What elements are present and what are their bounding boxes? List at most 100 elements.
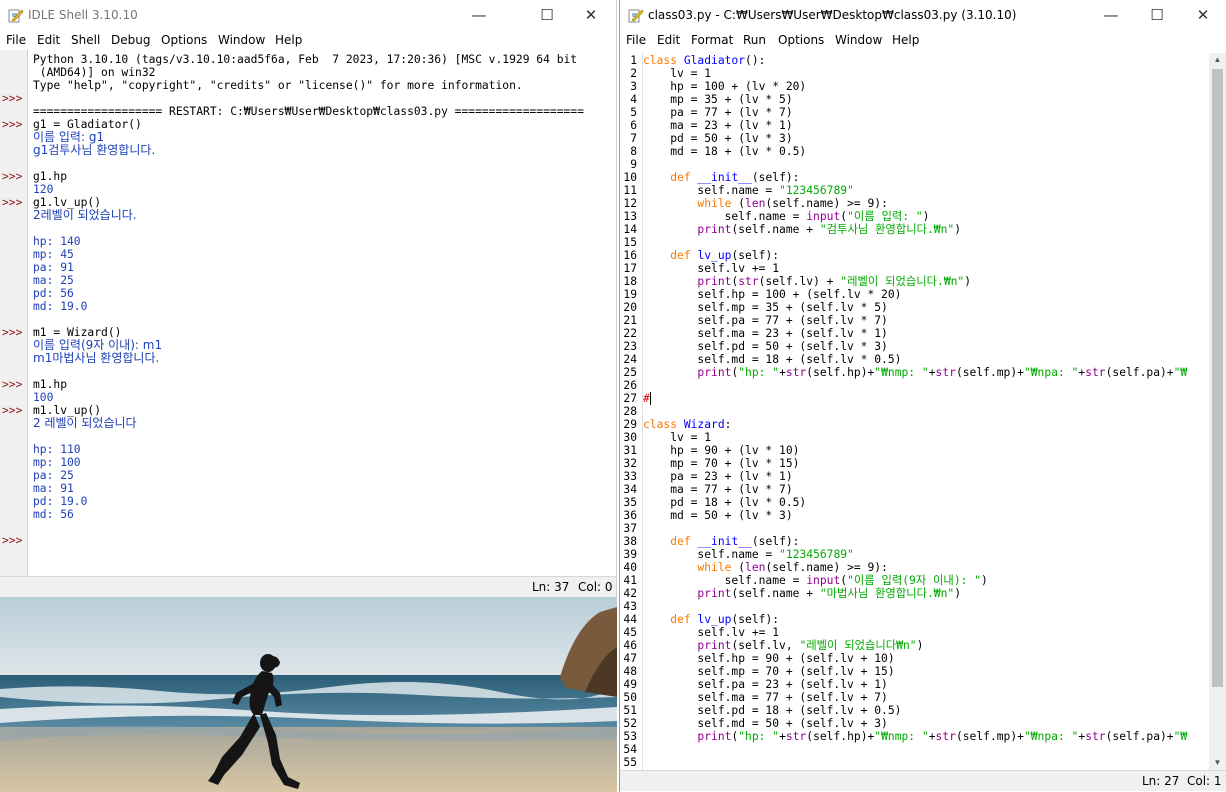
menu-file[interactable]: File bbox=[6, 33, 26, 47]
editor-vertical-scrollbar[interactable]: ▲ ▼ bbox=[1209, 53, 1226, 770]
minimize-icon[interactable]: — bbox=[456, 0, 502, 31]
code-line: print("hp: "+str(self.hp)+"₩nmp: "+str(s… bbox=[643, 730, 1187, 743]
code-line: md = 50 + (lv * 3) bbox=[643, 509, 793, 522]
code-token: md = 50 + (lv * 3) bbox=[643, 509, 793, 522]
code-token: ma = 77 + (lv * 7) bbox=[643, 483, 793, 496]
menu-shell[interactable]: Shell bbox=[71, 33, 100, 47]
line-number: 1 bbox=[630, 54, 637, 67]
shell-output-line: m1마법사님 환영합니다. bbox=[33, 351, 160, 365]
menu-window[interactable]: Window bbox=[218, 33, 265, 47]
menu-edit[interactable]: Edit bbox=[657, 33, 680, 47]
scroll-down-icon[interactable]: ▼ bbox=[1209, 756, 1226, 770]
code-token: class bbox=[643, 54, 684, 67]
code-line: self.pd = 18 + (self.lv + 0.5) bbox=[643, 704, 901, 717]
menu-file[interactable]: File bbox=[626, 33, 646, 47]
menu-help[interactable]: Help bbox=[892, 33, 919, 47]
minimize-icon[interactable]: — bbox=[1088, 0, 1134, 31]
code-token: ) bbox=[922, 210, 930, 223]
code-token: ma = 23 + (lv * 1) bbox=[643, 119, 793, 132]
code-token: : bbox=[724, 418, 732, 431]
scrollbar-thumb[interactable] bbox=[1212, 69, 1223, 687]
line-number: 42 bbox=[623, 587, 637, 600]
line-number: 20 bbox=[623, 301, 637, 314]
code-token: str bbox=[1085, 730, 1106, 743]
line-number: 37 bbox=[623, 522, 637, 535]
close-icon[interactable]: ✕ bbox=[1180, 0, 1226, 31]
code-token: self.pa = 77 + (self.lv * 7) bbox=[643, 314, 888, 327]
code-token: Wizard bbox=[683, 418, 725, 431]
code-token: self.hp = 100 + (self.lv * 20) bbox=[643, 288, 902, 301]
shell-output-area[interactable]: Python 3.10.10 (tags/v3.10.10:aad5f6a, F… bbox=[33, 50, 615, 576]
line-number: 32 bbox=[623, 457, 637, 470]
line-number: 36 bbox=[623, 509, 637, 522]
code-token: "123456789" bbox=[779, 184, 854, 197]
menu-debug[interactable]: Debug bbox=[111, 33, 150, 47]
code-line: # bbox=[643, 392, 651, 405]
code-token: ) bbox=[954, 587, 962, 600]
code-line: mp = 70 + (lv * 15) bbox=[643, 457, 799, 470]
code-token: print bbox=[697, 587, 732, 600]
menu-help[interactable]: Help bbox=[275, 33, 302, 47]
shell-statusbar: Ln: 37 Col: 0 bbox=[0, 576, 616, 597]
line-number: 34 bbox=[623, 483, 637, 496]
code-token: "₩npa: " bbox=[1023, 730, 1079, 743]
shell-titlebar[interactable]: IDLE Shell 3.10.10 — ☐ ✕ bbox=[0, 0, 616, 31]
code-token: self.lv += 1 bbox=[643, 262, 780, 275]
code-token: + bbox=[928, 730, 936, 743]
line-number: 26 bbox=[623, 379, 637, 392]
code-token: def bbox=[670, 613, 698, 626]
line-number: 27 bbox=[623, 392, 637, 405]
code-line: def __init__(self): bbox=[643, 535, 799, 548]
line-number: 50 bbox=[623, 691, 637, 704]
close-icon[interactable]: ✕ bbox=[568, 0, 614, 31]
code-line: print(self.lv, "레벨이 되었습니다₩n") bbox=[643, 639, 923, 652]
shell-prompt-gutter: >>> >>> >>> >>> >>> >>> >>> >>> bbox=[0, 50, 28, 576]
shell-output-line: md: 56 bbox=[33, 508, 74, 521]
menu-options[interactable]: Options bbox=[161, 33, 207, 47]
menu-window[interactable]: Window bbox=[835, 33, 882, 47]
line-indicator: Ln: 37 bbox=[532, 580, 570, 594]
line-number: 38 bbox=[623, 535, 637, 548]
code-line: self.pd = 50 + (self.lv * 3) bbox=[643, 340, 887, 353]
code-token: pa = 23 + (lv * 1) bbox=[643, 470, 793, 483]
line-number: 6 bbox=[630, 119, 637, 132]
code-token: Gladiator bbox=[683, 54, 746, 67]
line-number: 43 bbox=[623, 600, 637, 613]
code-token: mp = 35 + (lv * 5) bbox=[643, 93, 793, 106]
line-number: 21 bbox=[623, 314, 637, 327]
scroll-up-icon[interactable]: ▲ bbox=[1209, 53, 1226, 67]
shell-title: IDLE Shell 3.10.10 bbox=[28, 8, 138, 22]
menu-format[interactable]: Format bbox=[691, 33, 733, 47]
code-token: "₩nmp: " bbox=[874, 366, 929, 379]
line-number: 44 bbox=[623, 613, 637, 626]
code-line: ma = 77 + (lv * 7) bbox=[643, 483, 793, 496]
line-number: 7 bbox=[630, 132, 637, 145]
beach-runner-photo bbox=[0, 597, 617, 792]
line-number: 51 bbox=[623, 704, 637, 717]
shell-prompt: >>> bbox=[2, 196, 23, 209]
editor-titlebar[interactable]: class03.py - C:₩Users₩User₩Desktop₩class… bbox=[620, 0, 1226, 31]
shell-output-line: pa: 25 bbox=[33, 469, 74, 482]
code-line: self.md = 18 + (self.lv * 0.5) bbox=[643, 353, 901, 366]
line-number: 17 bbox=[623, 262, 637, 275]
menu-options[interactable]: Options bbox=[778, 33, 824, 47]
menu-edit[interactable]: Edit bbox=[37, 33, 60, 47]
code-token: "123456789" bbox=[779, 548, 854, 561]
maximize-icon[interactable]: ☐ bbox=[1134, 0, 1180, 31]
code-token: self.ma = 23 + (self.lv * 1) bbox=[643, 327, 888, 340]
line-number: 9 bbox=[630, 158, 637, 171]
code-editor-area[interactable]: class Gladiator(): lv = 1 hp = 100 + (lv… bbox=[642, 53, 1208, 770]
code-token: self.pa = 23 + (self.lv + 1) bbox=[643, 678, 888, 691]
menu-run[interactable]: Run bbox=[743, 33, 766, 47]
code-token: "마법사님 환영합니다.₩n" bbox=[819, 587, 955, 600]
shell-output-line: pa: 91 bbox=[33, 261, 74, 274]
code-line: self.pa = 77 + (self.lv * 7) bbox=[643, 314, 888, 327]
line-number: 13 bbox=[623, 210, 637, 223]
maximize-icon[interactable]: ☐ bbox=[524, 0, 570, 31]
line-number: 10 bbox=[623, 171, 637, 184]
code-token: print bbox=[697, 223, 732, 236]
